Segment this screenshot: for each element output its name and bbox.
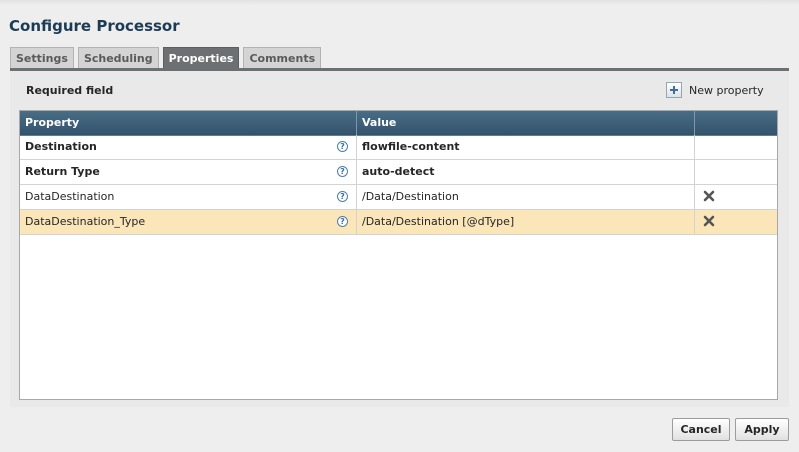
table-row[interactable]: Return Type ? auto-detect (20, 160, 777, 185)
new-property-button[interactable]: New property (666, 81, 764, 99)
new-property-label[interactable]: New property (689, 84, 764, 97)
cancel-button[interactable]: Cancel (672, 418, 730, 441)
help-icon[interactable]: ? (337, 166, 348, 177)
help-icon[interactable]: ? (337, 141, 348, 152)
property-value-cell[interactable]: auto-detect (357, 160, 695, 184)
dialog-title: Configure Processor (9, 17, 180, 35)
table-row[interactable]: Destination ? flowfile-content (20, 135, 777, 160)
column-header-actions (695, 111, 777, 135)
tab-properties[interactable]: Properties (162, 47, 240, 68)
required-field-label: Required field (26, 84, 114, 97)
property-name: DataDestination_Type (25, 215, 146, 228)
property-name-cell[interactable]: Return Type ? (20, 160, 357, 184)
column-header-property[interactable]: Property (20, 111, 357, 135)
actions-cell (695, 185, 777, 209)
column-header-value[interactable]: Value (357, 111, 695, 135)
table-row-selected[interactable]: DataDestination_Type ? /Data/Destination… (20, 210, 777, 235)
top-strip (0, 0, 799, 6)
property-name: DataDestination (25, 190, 115, 203)
table-header: Property Value (20, 111, 777, 136)
property-name: Destination (25, 140, 97, 153)
close-icon[interactable] (703, 190, 715, 202)
close-icon[interactable] (703, 215, 715, 227)
property-name-cell[interactable]: Destination ? (20, 135, 357, 159)
actions-cell (695, 210, 777, 234)
tab-settings[interactable]: Settings (10, 47, 74, 68)
property-name-cell[interactable]: DataDestination ? (20, 185, 357, 209)
help-icon[interactable]: ? (337, 191, 348, 202)
tab-comments[interactable]: Comments (243, 47, 322, 68)
property-name-cell[interactable]: DataDestination_Type ? (20, 210, 357, 234)
property-value-cell[interactable]: /Data/Destination (357, 185, 695, 209)
property-value-cell[interactable]: flowfile-content (357, 135, 695, 159)
tab-bar: Settings Scheduling Properties Comments (10, 47, 325, 68)
property-value-cell[interactable]: /Data/Destination [@dType] (357, 210, 695, 234)
help-icon[interactable]: ? (337, 216, 348, 227)
actions-cell (695, 135, 777, 159)
table-row[interactable]: DataDestination ? /Data/Destination (20, 185, 777, 210)
properties-table: Property Value Destination ? flowfile-co… (19, 110, 778, 400)
plus-icon[interactable] (666, 82, 682, 98)
property-name: Return Type (25, 165, 100, 178)
actions-cell (695, 160, 777, 184)
tab-scheduling[interactable]: Scheduling (77, 47, 159, 68)
apply-button[interactable]: Apply (735, 418, 789, 441)
